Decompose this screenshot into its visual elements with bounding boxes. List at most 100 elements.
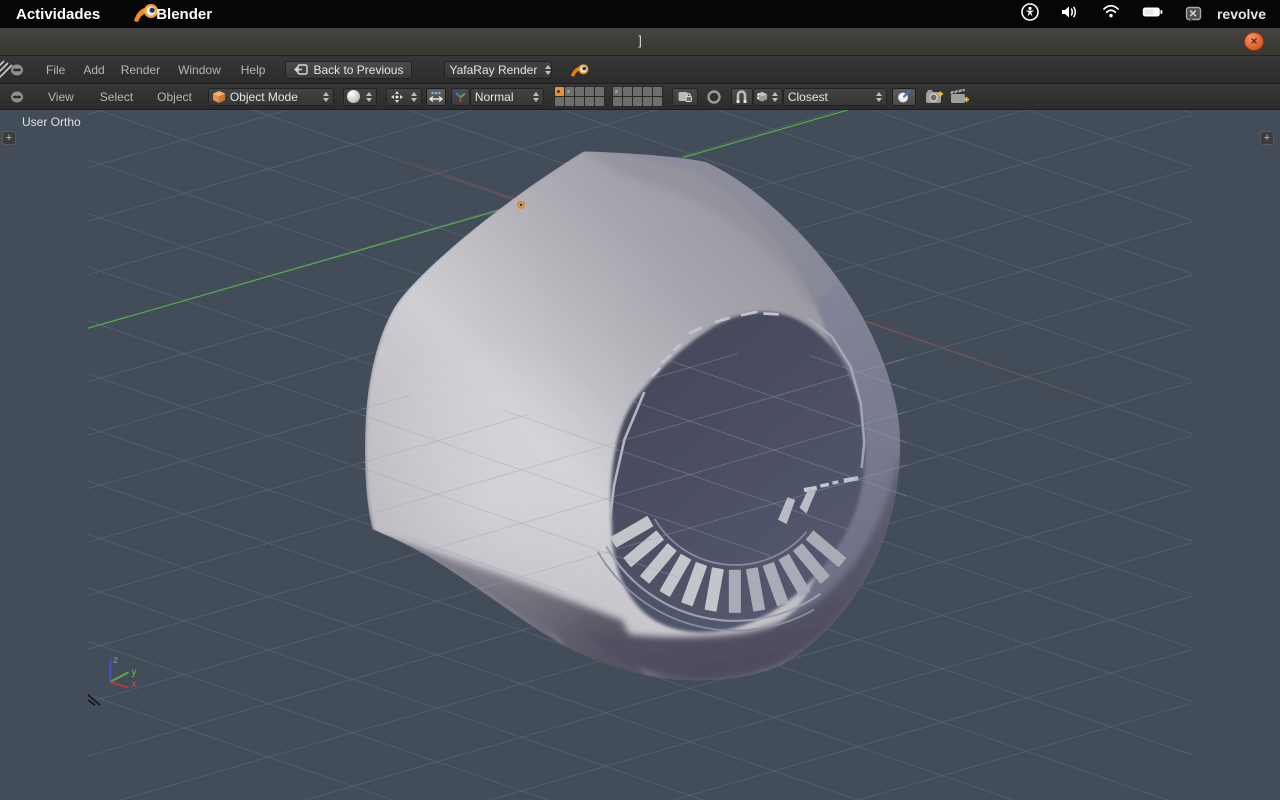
axis-gizmo-label-y: y: [131, 667, 137, 678]
editor-type-selector-3dview[interactable]: [8, 90, 26, 104]
mode-select[interactable]: Object Mode: [207, 87, 334, 106]
mode-value: Object Mode: [229, 89, 298, 104]
model-object[interactable]: [88, 110, 1192, 800]
menu-select[interactable]: Select: [94, 90, 139, 104]
snap-align-rotation-toggle[interactable]: [891, 87, 916, 106]
layer-2[interactable]: [564, 87, 574, 96]
axis-gizmo-label-x: x: [131, 679, 137, 690]
snap-target-select[interactable]: Closest: [782, 87, 887, 106]
close-button[interactable]: ×: [1244, 32, 1264, 51]
stepper-arrows-icon: [362, 91, 376, 102]
chat-bubble-icon: [1185, 6, 1202, 22]
layer-17[interactable]: [622, 97, 632, 106]
activities-button[interactable]: Actividades: [0, 6, 116, 23]
blender-header-logo-icon: [570, 61, 591, 78]
proportional-circle-icon: [707, 89, 721, 104]
stepper-arrows-icon: [768, 91, 782, 102]
app-title: Blender: [156, 5, 213, 23]
status-label: revolve: [1216, 6, 1266, 22]
layer-3[interactable]: [574, 87, 584, 96]
stepper-arrows-icon: [319, 91, 333, 102]
wifi-icon[interactable]: [1102, 4, 1120, 24]
orientation-axis-button[interactable]: [450, 87, 470, 106]
notification-indicator[interactable]: [1185, 6, 1203, 23]
layer-4[interactable]: [584, 87, 594, 96]
translate-manipulator-icon: [428, 91, 443, 102]
gnome-top-bar: Actividades Blender revolve: [0, 0, 1280, 28]
window-title-bar[interactable]: ] ×: [0, 28, 1280, 56]
layers-widget-2[interactable]: [611, 86, 663, 107]
back-arrow-icon: [294, 64, 309, 75]
window-resize-grip-top-left[interactable]: [0, 57, 14, 83]
menu-object[interactable]: Object: [151, 90, 198, 104]
layer-10[interactable]: [652, 87, 662, 96]
viewport-canvas[interactable]: z y x: [0, 110, 1280, 800]
battery-icon[interactable]: [1142, 5, 1163, 23]
volume-icon[interactable]: [1061, 4, 1080, 25]
pivot-point-select[interactable]: [385, 87, 422, 106]
layer-19[interactable]: [642, 97, 652, 106]
view3d-header: View Select Object Object Mode Normal Cl…: [0, 84, 1280, 110]
axis-gizmo-label-z: z: [113, 655, 118, 666]
layer-5[interactable]: [594, 87, 604, 96]
layer-6[interactable]: [612, 87, 622, 96]
accessibility-icon[interactable]: [1021, 2, 1039, 26]
lock-icon: [678, 91, 692, 102]
opengl-render-button[interactable]: [925, 88, 945, 105]
info-header: File Add Render Window Help Back to Prev…: [0, 56, 1280, 84]
expand-properties-button[interactable]: +: [1260, 131, 1274, 145]
back-to-previous-label: Back to Previous: [313, 62, 404, 77]
menu-file[interactable]: File: [40, 63, 71, 77]
stepper-arrows-icon: [407, 91, 421, 102]
camera-icon: [925, 90, 943, 103]
layer-20[interactable]: [652, 97, 662, 106]
snap-element-select[interactable]: [752, 87, 783, 106]
layer-9[interactable]: [642, 87, 652, 96]
viewport-3d[interactable]: z y x User Ortho + +: [0, 110, 1280, 800]
expand-toolshelf-button[interactable]: +: [2, 131, 16, 145]
layer-18[interactable]: [632, 97, 642, 106]
layer-11[interactable]: [554, 97, 564, 106]
orientation-select[interactable]: Normal: [469, 87, 544, 106]
screen: Actividades Blender revolve] × File Add…: [0, 0, 1280, 800]
clapperboard-icon: [950, 88, 969, 103]
viewport-shading-select[interactable]: [342, 87, 377, 106]
object-origin-center: [519, 203, 523, 207]
menu-window[interactable]: Window: [172, 63, 227, 77]
align-rotation-ball-icon: [898, 90, 911, 103]
menu-render[interactable]: Render: [115, 63, 166, 77]
layer-12[interactable]: [564, 97, 574, 106]
render-engine-value: YafaRay Render: [449, 62, 538, 77]
render-engine-select[interactable]: YafaRay Render: [444, 60, 555, 79]
layer-14[interactable]: [584, 97, 594, 106]
menu-view[interactable]: View: [42, 90, 80, 104]
window-title: ]: [638, 33, 642, 48]
orientation-value: Normal: [474, 89, 514, 104]
snap-toggle[interactable]: [730, 87, 753, 106]
manipulator-toggle[interactable]: [425, 87, 446, 106]
layers-widget-1[interactable]: [553, 86, 605, 107]
opengl-render-animation-button[interactable]: [950, 88, 970, 105]
menu-add[interactable]: Add: [77, 63, 110, 77]
axis-gizmo: z y x: [109, 655, 137, 690]
layer-16[interactable]: [612, 97, 622, 106]
stepper-arrows-icon: [541, 64, 555, 75]
back-to-previous-button[interactable]: Back to Previous: [285, 60, 413, 79]
axis-icon: [455, 92, 466, 102]
object-mode-cube-icon: [212, 90, 225, 103]
snap-element-cube-icon: [756, 91, 767, 102]
shading-sphere-icon: [346, 90, 360, 103]
stepper-arrows-icon: [529, 91, 543, 102]
layer-15[interactable]: [594, 97, 604, 106]
layer-7[interactable]: [622, 87, 632, 96]
layer-8[interactable]: [632, 87, 642, 96]
app-menu[interactable]: Blender: [132, 0, 212, 29]
proportional-edit-toggle[interactable]: [704, 89, 724, 105]
menu-help[interactable]: Help: [235, 63, 272, 77]
layer-13[interactable]: [574, 97, 584, 106]
pivot-point-icon: [390, 90, 403, 103]
snap-target-value: Closest: [787, 89, 828, 104]
lock-camera-layers-button[interactable]: [671, 87, 698, 106]
magnet-icon: [736, 89, 747, 103]
layer-1-active[interactable]: [554, 87, 564, 96]
